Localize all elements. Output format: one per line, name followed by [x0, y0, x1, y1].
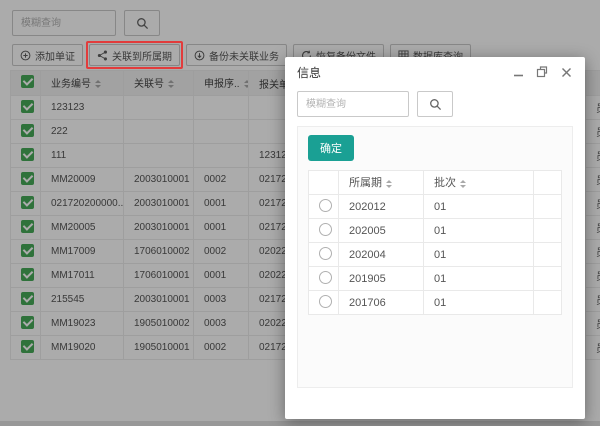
period-header-row: 所属期 批次: [309, 171, 562, 195]
period-row[interactable]: 20201201: [309, 195, 562, 219]
maximize-icon[interactable]: [535, 65, 549, 79]
col-batch[interactable]: 批次: [424, 171, 534, 195]
row-radio[interactable]: [319, 199, 332, 212]
dialog-fuzzy-search-input[interactable]: [297, 91, 409, 117]
period-row[interactable]: 20200501: [309, 219, 562, 243]
dialog-search-bar: [297, 91, 573, 117]
sort-icon[interactable]: [386, 177, 392, 191]
row-radio[interactable]: [319, 271, 332, 284]
dialog-body: 确定 所属期 批次 20201201 20200501: [285, 87, 585, 400]
period-row[interactable]: 20190501: [309, 267, 562, 291]
info-dialog: 信息: [285, 57, 585, 419]
row-radio[interactable]: [319, 247, 332, 260]
col-period[interactable]: 所属期: [339, 171, 424, 195]
close-icon[interactable]: [559, 65, 573, 79]
row-radio[interactable]: [319, 223, 332, 236]
period-row[interactable]: 20170601: [309, 291, 562, 315]
dialog-header: 信息: [285, 57, 585, 87]
minimize-icon[interactable]: [511, 65, 525, 79]
dialog-search-button[interactable]: [417, 91, 453, 117]
period-panel: 确定 所属期 批次 20201201 20200501: [297, 126, 573, 388]
confirm-button[interactable]: 确定: [308, 135, 354, 161]
period-row[interactable]: 20200401: [309, 243, 562, 267]
screen: 添加单证 关联到所属期 备份未关联业务: [0, 0, 600, 426]
sort-icon[interactable]: [460, 177, 466, 191]
dialog-title: 信息: [297, 64, 321, 81]
row-radio[interactable]: [319, 295, 332, 308]
search-icon: [429, 98, 442, 111]
period-table: 所属期 批次 20201201 20200501 20200401 201905…: [308, 170, 562, 315]
